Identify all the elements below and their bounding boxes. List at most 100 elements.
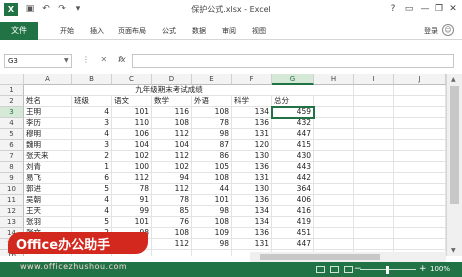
column-header-c[interactable]: C: [112, 74, 152, 85]
grid-cell[interactable]: [394, 129, 446, 140]
worksheet-grid[interactable]: ABCDEFGHIJ12345678910111213141516九年级期末考试…: [0, 74, 446, 256]
value-cell[interactable]: 112: [152, 239, 192, 250]
value-cell[interactable]: 419: [272, 217, 314, 228]
name-cell[interactable]: 易飞: [24, 173, 72, 184]
row-header[interactable]: 3: [0, 107, 24, 118]
zoom-slider-knob[interactable]: [386, 266, 389, 274]
grid-cell[interactable]: [354, 140, 394, 151]
row-header[interactable]: 9: [0, 173, 24, 184]
value-cell[interactable]: 108: [192, 107, 232, 118]
value-cell[interactable]: 131: [232, 239, 272, 250]
name-cell[interactable]: 张天来: [24, 151, 72, 162]
chevron-down-icon[interactable]: ▼: [64, 57, 69, 64]
tab-insert[interactable]: 插入: [90, 26, 104, 36]
grid-cell[interactable]: [394, 217, 446, 228]
column-header-b[interactable]: B: [72, 74, 112, 85]
value-cell[interactable]: 108: [192, 173, 232, 184]
grid-cell[interactable]: [314, 96, 354, 107]
tab-file[interactable]: 文件: [0, 22, 38, 40]
column-title[interactable]: 数学: [152, 96, 192, 107]
grid-cell[interactable]: [354, 96, 394, 107]
name-cell[interactable]: 李历: [24, 118, 72, 129]
grid-cell[interactable]: [394, 239, 446, 250]
row-header[interactable]: 1: [0, 85, 24, 96]
row-header[interactable]: 7: [0, 151, 24, 162]
grid-cell[interactable]: [314, 85, 354, 96]
close-button[interactable]: ✕: [446, 2, 460, 16]
grid-cell[interactable]: [394, 184, 446, 195]
column-header-j[interactable]: J: [394, 74, 446, 85]
value-cell[interactable]: 112: [152, 151, 192, 162]
grid-cell[interactable]: [354, 195, 394, 206]
grid-cell[interactable]: [354, 151, 394, 162]
grid-cell[interactable]: [354, 129, 394, 140]
value-cell[interactable]: 101: [112, 107, 152, 118]
minimize-button[interactable]: —: [418, 2, 432, 16]
value-cell[interactable]: 108: [192, 217, 232, 228]
grid-cell[interactable]: [314, 129, 354, 140]
row-header[interactable]: 11: [0, 195, 24, 206]
value-cell[interactable]: 98: [192, 239, 232, 250]
value-cell[interactable]: 134: [232, 217, 272, 228]
column-header-f[interactable]: F: [232, 74, 272, 85]
restore-button[interactable]: ❐: [432, 2, 446, 16]
page-layout-view-icon[interactable]: [330, 266, 339, 273]
value-cell[interactable]: 91: [112, 195, 152, 206]
name-cell[interactable]: 王天: [24, 206, 72, 217]
value-cell[interactable]: 78: [112, 184, 152, 195]
grid-cell[interactable]: [394, 173, 446, 184]
value-cell[interactable]: 105: [192, 162, 232, 173]
value-cell[interactable]: 120: [232, 140, 272, 151]
column-title[interactable]: 科学: [232, 96, 272, 107]
value-cell[interactable]: 98: [192, 129, 232, 140]
name-cell[interactable]: 王明: [24, 107, 72, 118]
value-cell[interactable]: 98: [192, 206, 232, 217]
value-cell[interactable]: 101: [192, 195, 232, 206]
tab-review[interactable]: 审阅: [222, 26, 236, 36]
value-cell[interactable]: 136: [232, 195, 272, 206]
grid-cell[interactable]: [394, 162, 446, 173]
value-cell[interactable]: 432: [272, 118, 314, 129]
grid-cell[interactable]: [314, 217, 354, 228]
zoom-in-button[interactable]: +: [419, 264, 427, 274]
grid-cell[interactable]: [314, 173, 354, 184]
value-cell[interactable]: 130: [232, 151, 272, 162]
value-cell[interactable]: 3: [72, 118, 112, 129]
row-header[interactable]: 10: [0, 184, 24, 195]
value-cell[interactable]: 131: [232, 173, 272, 184]
login-link[interactable]: 登录: [424, 26, 438, 36]
value-cell[interactable]: 108: [152, 228, 192, 239]
column-header-a[interactable]: A: [24, 74, 72, 85]
name-cell[interactable]: 吴朝: [24, 195, 72, 206]
value-cell[interactable]: 416: [272, 206, 314, 217]
column-title[interactable]: 语文: [112, 96, 152, 107]
row-header[interactable]: 5: [0, 129, 24, 140]
value-cell[interactable]: 104: [112, 140, 152, 151]
value-cell[interactable]: 442: [272, 173, 314, 184]
value-cell[interactable]: 85: [152, 206, 192, 217]
value-cell[interactable]: 106: [112, 129, 152, 140]
value-cell[interactable]: 364: [272, 184, 314, 195]
ribbon-display-icon[interactable]: ▭: [402, 2, 416, 16]
row-header[interactable]: 2: [0, 96, 24, 107]
value-cell[interactable]: 2: [72, 151, 112, 162]
value-cell[interactable]: 136: [232, 228, 272, 239]
grid-cell[interactable]: [354, 217, 394, 228]
grid-cell[interactable]: [354, 162, 394, 173]
value-cell[interactable]: 4: [72, 107, 112, 118]
value-cell[interactable]: 447: [272, 129, 314, 140]
grid-cell[interactable]: [314, 151, 354, 162]
value-cell[interactable]: 134: [232, 206, 272, 217]
value-cell[interactable]: 99: [112, 206, 152, 217]
value-cell[interactable]: 3: [72, 140, 112, 151]
grid-cell[interactable]: [394, 85, 446, 96]
name-box[interactable]: G3: [4, 54, 72, 68]
grid-cell[interactable]: [354, 206, 394, 217]
scroll-up-icon[interactable]: ▲: [451, 76, 456, 83]
value-cell[interactable]: 447: [272, 239, 314, 250]
value-cell[interactable]: 102: [112, 151, 152, 162]
name-cell[interactable]: 郭进: [24, 184, 72, 195]
horizontal-scroll-thumb[interactable]: [260, 254, 380, 260]
value-cell[interactable]: 443: [272, 162, 314, 173]
row-header[interactable]: 8: [0, 162, 24, 173]
